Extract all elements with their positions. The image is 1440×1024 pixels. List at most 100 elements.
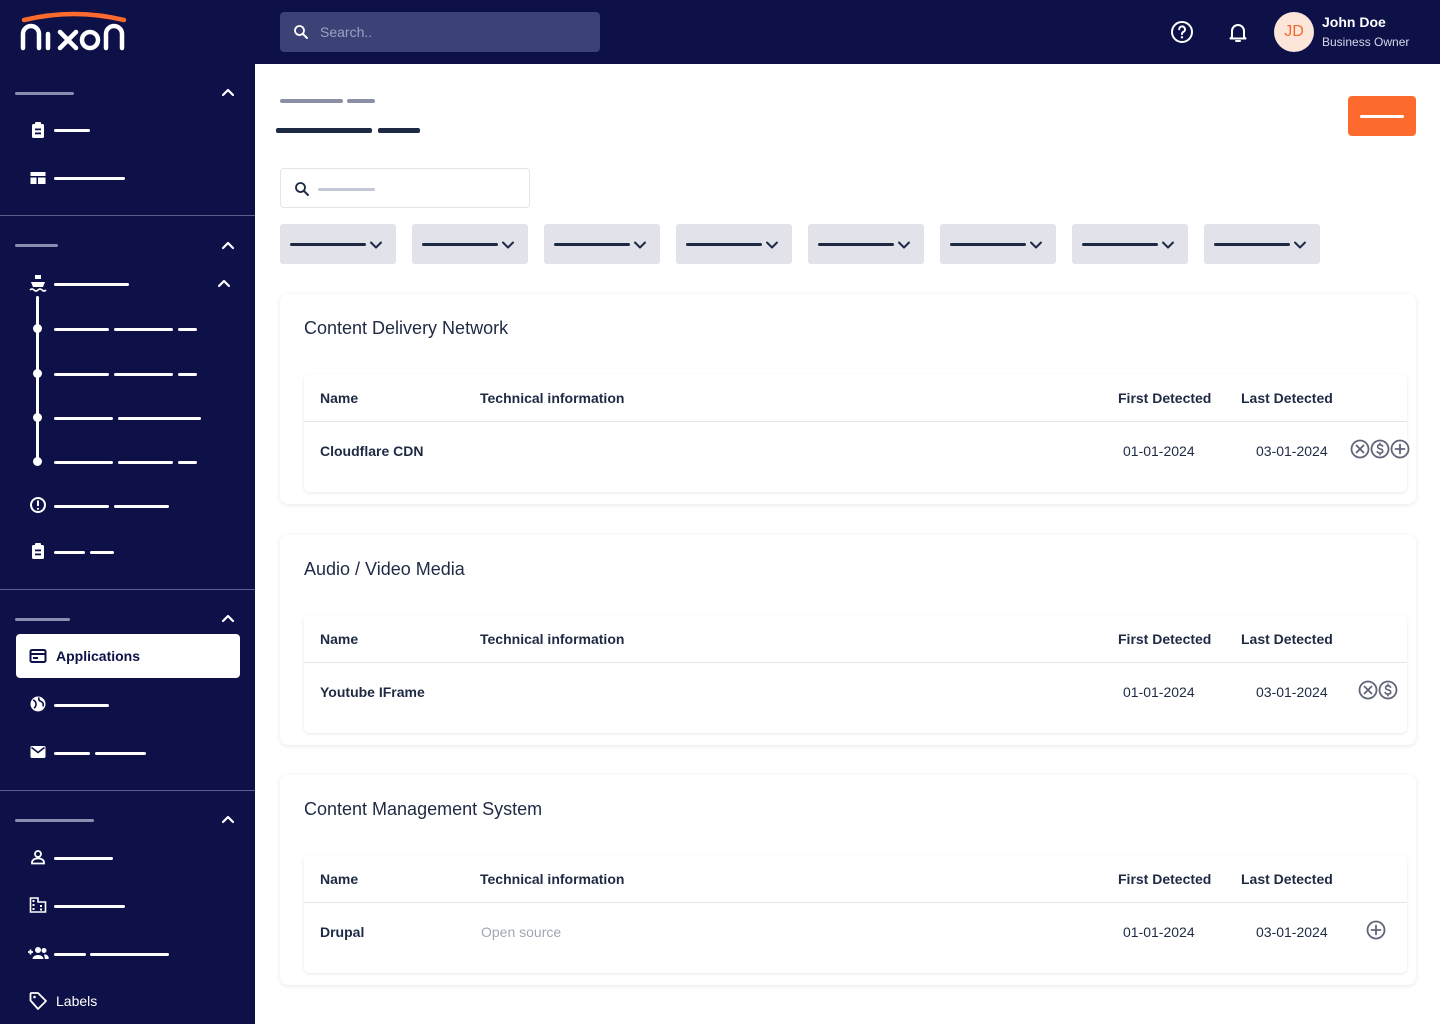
dollar-circle-icon[interactable] [1369,438,1391,460]
close-circle-icon[interactable] [1357,679,1379,701]
column-header-last-detected[interactable]: Last Detected [1241,374,1333,422]
sidebar-item[interactable] [54,505,109,508]
plus-circle-icon[interactable] [1365,919,1387,941]
column-header-first-detected[interactable]: First Detected [1118,615,1211,663]
user-icon [31,850,45,865]
filter-dropdown[interactable] [808,224,924,264]
row-first-detected: 01-01-2024 [1123,443,1195,459]
sidebar-item[interactable] [54,551,85,554]
tree-node [33,324,42,333]
dollar-circle-icon[interactable] [1377,679,1399,701]
chevron-down-icon [1294,241,1306,249]
sidebar-item[interactable] [54,129,90,132]
column-header-first-detected[interactable]: First Detected [1118,855,1211,903]
column-header-technical-information[interactable]: Technical information [480,855,624,903]
chevron-up-icon[interactable] [221,812,235,826]
filter-dropdown[interactable] [1072,224,1188,264]
sidebar-item[interactable] [54,177,125,180]
column-header-technical-information[interactable]: Technical information [480,374,624,422]
chevron-down-icon [370,241,382,249]
column-header-last-detected[interactable]: Last Detected [1241,855,1333,903]
chevron-down-icon [634,241,646,249]
data-table: Name Technical information First Detecte… [304,615,1407,733]
sidebar-item[interactable] [54,283,129,286]
sidebar-item[interactable] [54,905,125,908]
data-table: Name Technical information First Detecte… [304,374,1410,492]
filter-dropdown[interactable] [280,224,396,264]
global-search-input[interactable] [320,24,580,40]
sidebar-item[interactable] [54,752,90,755]
sub-item-bar [118,417,201,420]
filter-dropdown[interactable] [940,224,1056,264]
filter-dropdown-label [1214,243,1290,246]
chevron-down-icon [1030,241,1042,249]
row-first-detected: 01-01-2024 [1123,684,1195,700]
sidebar-item[interactable] [54,704,109,707]
filter-dropdown-label [554,243,630,246]
row-name[interactable]: Drupal [320,903,364,961]
user-role: Business Owner [1322,35,1410,49]
sidebar-item[interactable] [54,857,113,860]
breadcrumb[interactable] [280,99,343,103]
row-last-detected: 03-01-2024 [1256,684,1328,700]
chevron-up-icon[interactable] [221,611,235,625]
sub-item-bar [114,373,173,376]
sidebar-item[interactable] [54,953,86,956]
sub-item[interactable] [54,461,113,464]
avatar[interactable]: JD [1274,12,1314,52]
search-icon [295,182,309,196]
sidebar-item-label: Applications [56,648,141,664]
row-first-detected: 01-01-2024 [1123,924,1195,940]
search-placeholder [318,188,375,191]
column-header-technical-information[interactable]: Technical information [480,615,624,663]
building-icon [29,897,47,913]
sub-item-bar [114,328,173,331]
chevron-up-icon[interactable] [217,276,231,290]
column-header-first-detected[interactable]: First Detected [1118,374,1211,422]
row-actions [1365,919,1387,941]
tag-icon [29,992,47,1010]
sidebar-item-labels[interactable]: Labels [28,991,97,1011]
sidebar-divider [0,215,255,216]
filter-dropdown-label [422,243,498,246]
sidebar-item-bar [90,953,169,956]
tree-node [33,457,42,466]
filter-search-input[interactable] [280,168,530,208]
chevron-up-icon[interactable] [221,238,235,252]
close-circle-icon[interactable] [1349,438,1371,460]
primary-action-button[interactable] [1348,96,1416,136]
filter-dropdown[interactable] [676,224,792,264]
plus-circle-icon[interactable] [1389,438,1411,460]
sub-item-bar [178,373,197,376]
column-header-name[interactable]: Name [320,374,358,422]
row-name[interactable]: Youtube IFrame [320,663,425,721]
chevron-up-icon[interactable] [221,85,235,99]
row-name[interactable]: Cloudflare CDN [320,422,423,480]
sidebar-item-applications[interactable]: Applications [16,634,240,678]
search-icon [294,25,308,39]
filter-dropdown[interactable] [1204,224,1320,264]
sub-item[interactable] [54,373,109,376]
user-name: John Doe [1322,14,1386,30]
global-search[interactable] [280,12,600,52]
section-title: Audio / Video Media [304,559,465,579]
filter-dropdown[interactable] [412,224,528,264]
tree-connector [36,296,39,461]
bell-icon[interactable] [1226,20,1250,44]
sub-item[interactable] [54,328,109,331]
column-header-name[interactable]: Name [320,615,358,663]
nixon-logo[interactable] [20,10,130,54]
sub-item[interactable] [54,417,113,420]
help-icon[interactable] [1170,20,1194,44]
filter-dropdown-label [686,243,762,246]
sidebar-section-header [15,244,58,247]
section-card-cdn: Content Delivery Network Name Technical … [280,294,1416,504]
clipboard-icon [32,122,44,138]
filter-dropdown-label [950,243,1026,246]
filter-dropdown-label [290,243,366,246]
column-header-name[interactable]: Name [320,855,358,903]
filter-dropdown-label [818,243,894,246]
filter-dropdown[interactable] [544,224,660,264]
chevron-down-icon [502,241,514,249]
column-header-last-detected[interactable]: Last Detected [1241,615,1333,663]
